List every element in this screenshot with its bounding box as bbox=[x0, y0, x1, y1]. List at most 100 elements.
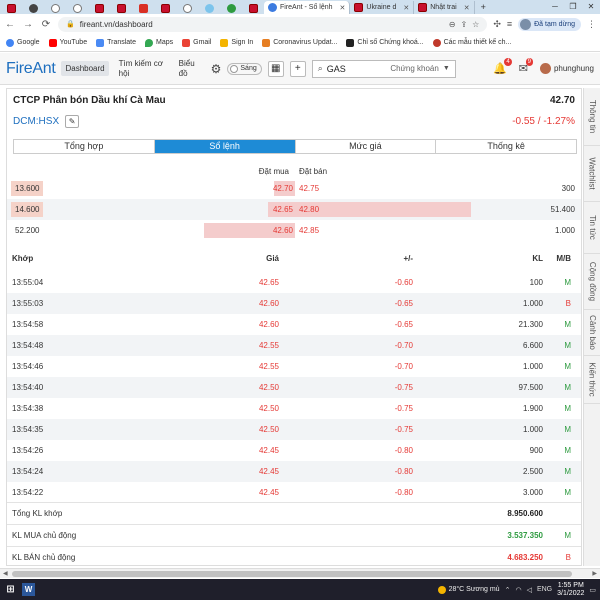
share-icon[interactable]: ⇪ bbox=[460, 20, 467, 29]
pinned-tab[interactable] bbox=[88, 2, 110, 14]
pinned-tab[interactable] bbox=[0, 2, 22, 14]
pinned-tab[interactable] bbox=[22, 2, 44, 14]
bookmark-coronavirus[interactable]: Coronavirus Updat... bbox=[262, 38, 337, 47]
nav-search-opportunity[interactable]: Tìm kiếm cơ hội bbox=[115, 56, 169, 82]
search-scope[interactable]: Chứng khoán bbox=[381, 64, 439, 73]
new-tab-button[interactable]: + bbox=[475, 1, 492, 14]
pinned-tab[interactable] bbox=[220, 2, 242, 14]
chevron-down-icon[interactable]: ▼ bbox=[443, 65, 450, 72]
bid-price[interactable]: 42.70 bbox=[273, 181, 293, 196]
orderbook-row: 13.600 42.70 42.75 300 bbox=[7, 178, 581, 199]
browser-tab-fireant[interactable]: FireAnt - Sổ lệnh ✕ bbox=[264, 1, 351, 14]
weather-widget[interactable]: 28°C Sương mù bbox=[437, 585, 500, 594]
extensions-puzzle-icon[interactable]: ✣ bbox=[493, 19, 501, 30]
ask-price[interactable]: 42.80 bbox=[299, 202, 319, 217]
volume-icon[interactable]: ◁ bbox=[527, 586, 532, 594]
gear-icon[interactable]: ⚙ bbox=[211, 62, 222, 76]
word-app-icon[interactable]: W bbox=[22, 583, 35, 596]
close-tab-icon[interactable]: ✕ bbox=[464, 4, 470, 12]
close-window-icon[interactable]: ✕ bbox=[582, 0, 600, 14]
profile-button[interactable]: Đã tạm dừng bbox=[518, 17, 581, 31]
tray-up-chevron-icon[interactable]: ⌃ bbox=[505, 586, 511, 594]
edit-pencil-icon[interactable]: ✎ bbox=[65, 115, 80, 128]
close-tab-icon[interactable]: ✕ bbox=[403, 4, 409, 12]
sidebar-tab-knowledge[interactable]: Kiến thức bbox=[584, 356, 600, 404]
close-tab-icon[interactable]: ✕ bbox=[340, 4, 346, 12]
browser-toolbar: ← → ⟳ 🔒 fireant.vn/dashboard ⊖ ⇪ ☆ ✣ ≡ Đ… bbox=[0, 14, 600, 34]
sidebar-tab-watchlist[interactable]: Watchlist bbox=[584, 146, 600, 202]
notification-badge: 4 bbox=[504, 58, 512, 66]
back-arrow-icon[interactable]: ← bbox=[4, 19, 16, 30]
pinned-tab[interactable] bbox=[242, 2, 264, 14]
minimize-icon[interactable]: ─ bbox=[546, 0, 564, 14]
col-volume: KL bbox=[532, 254, 543, 263]
taskbar-clock[interactable]: 1:55 PM 3/1/2022 bbox=[557, 582, 584, 598]
forward-arrow-icon[interactable]: → bbox=[22, 19, 34, 30]
bookmark-youtube[interactable]: YouTube bbox=[48, 38, 87, 47]
trade-price: 42.45 bbox=[258, 446, 279, 455]
pinned-tab[interactable] bbox=[132, 2, 154, 14]
browser-tab-nhat[interactable]: Nhật trai ✕ bbox=[414, 1, 475, 14]
ask-price[interactable]: 42.75 bbox=[299, 181, 319, 196]
site-favicon-icon bbox=[50, 3, 60, 13]
bookmark-chi-so[interactable]: Chỉ số Chứng khoá... bbox=[346, 38, 424, 47]
horizontal-scrollbar[interactable]: ◀ ▶ bbox=[0, 568, 600, 578]
scroll-right-icon[interactable]: ▶ bbox=[592, 569, 597, 579]
fireant-logo[interactable]: FireAnt bbox=[6, 60, 56, 78]
language-indicator[interactable]: ENG bbox=[537, 586, 552, 593]
sidebar-tab-alerts[interactable]: Cảnh báo bbox=[584, 310, 600, 356]
bookmark-translate[interactable]: Translate bbox=[96, 38, 136, 47]
maximize-icon[interactable]: ❐ bbox=[564, 0, 582, 14]
pinned-tab[interactable] bbox=[66, 2, 88, 14]
pinned-tab[interactable] bbox=[154, 2, 176, 14]
pinned-tab[interactable] bbox=[44, 2, 66, 14]
bookmark-gmail[interactable]: Gmail bbox=[182, 38, 211, 47]
sidebar-tab-info[interactable]: Thông tin bbox=[584, 88, 600, 146]
pinned-tab[interactable] bbox=[110, 2, 132, 14]
trade-side: M bbox=[564, 278, 571, 287]
pinned-tab[interactable] bbox=[176, 2, 198, 14]
sidebar-tab-news[interactable]: Tin tức bbox=[584, 202, 600, 254]
notification-bell-icon[interactable]: 🔔 4 bbox=[493, 58, 512, 75]
bookmark-google[interactable]: Google bbox=[6, 38, 40, 47]
nav-chart[interactable]: Biểu đồ bbox=[175, 56, 205, 82]
add-widget-button[interactable]: + bbox=[289, 60, 306, 77]
user-menu[interactable]: phunghung bbox=[539, 63, 594, 74]
site-favicon-icon bbox=[116, 3, 126, 13]
tab-summary[interactable]: Tổng hợp bbox=[14, 140, 155, 153]
scroll-left-icon[interactable]: ◀ bbox=[3, 569, 8, 579]
message-icon[interactable]: ✉ 9 bbox=[519, 58, 533, 75]
tab-price-levels[interactable]: Mức giá bbox=[296, 140, 437, 153]
tab-statistics[interactable]: Thống kê bbox=[436, 140, 576, 153]
menu-kebab-icon[interactable]: ⋮ bbox=[587, 19, 596, 30]
ticker-symbol[interactable]: DCM:HSX bbox=[13, 116, 59, 127]
tab-orderbook[interactable]: Sổ lệnh bbox=[154, 140, 296, 153]
bookmark-sign-in[interactable]: Sign In bbox=[220, 38, 253, 47]
col-time: Khớp bbox=[12, 254, 34, 263]
windows-start-icon[interactable]: ⊞ bbox=[4, 583, 17, 596]
scrollbar-thumb[interactable] bbox=[12, 571, 572, 577]
notification-center-icon[interactable]: ▭ bbox=[589, 586, 596, 594]
reload-icon[interactable]: ⟳ bbox=[40, 19, 52, 30]
bid-price[interactable]: 42.60 bbox=[273, 223, 293, 238]
symbol-search[interactable]: ⌕ Chứng khoán ▼ bbox=[311, 59, 456, 78]
nav-dashboard[interactable]: Dashboard bbox=[61, 61, 109, 76]
wifi-icon[interactable]: ◠ bbox=[515, 586, 521, 594]
browser-tab-ukraine[interactable]: Ukraine d ✕ bbox=[350, 1, 415, 14]
search-input[interactable] bbox=[326, 63, 377, 74]
bookmark-cac-mau[interactable]: Các mẫu thiết kế ch... bbox=[432, 38, 511, 47]
reading-list-icon[interactable]: ≡ bbox=[507, 19, 512, 29]
sidebar-tab-community[interactable]: Cộng đồng bbox=[584, 254, 600, 310]
ask-price[interactable]: 42.85 bbox=[299, 223, 319, 238]
pinned-tab[interactable] bbox=[198, 2, 220, 14]
address-bar[interactable]: 🔒 fireant.vn/dashboard ⊖ ⇪ ☆ bbox=[58, 16, 488, 32]
layout-grid-button[interactable]: ▦ bbox=[267, 60, 284, 77]
bid-price[interactable]: 42.65 bbox=[273, 202, 293, 217]
zoom-icon[interactable]: ⊖ bbox=[449, 20, 456, 29]
table-row: 13:54:46 42.55 -0.70 1.000 M bbox=[7, 356, 581, 377]
bookmark-star-icon[interactable]: ☆ bbox=[472, 20, 479, 29]
bookmark-maps[interactable]: Maps bbox=[145, 38, 173, 47]
theme-toggle[interactable]: Sáng bbox=[227, 62, 262, 75]
active-sell-side: B bbox=[565, 553, 571, 562]
total-volume-value: 8.950.600 bbox=[507, 509, 543, 518]
